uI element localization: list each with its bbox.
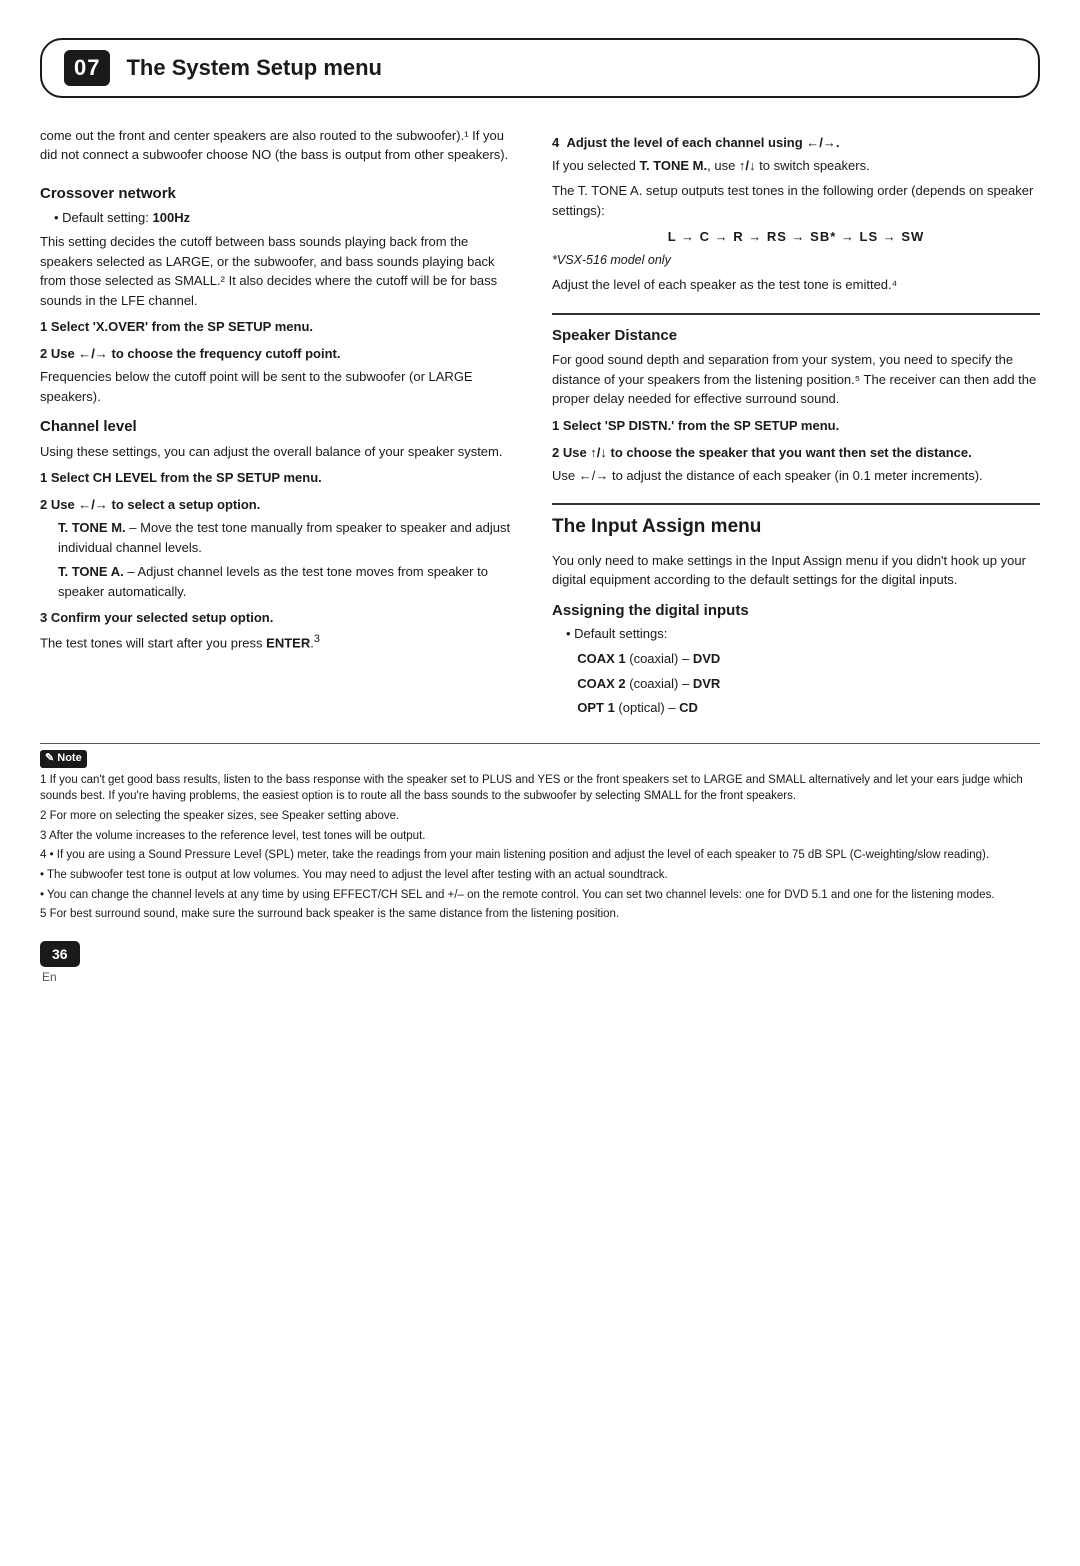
page-number: 36 bbox=[40, 941, 80, 967]
sp-step2: 2 Use ↑/↓ to choose the speaker that you… bbox=[552, 444, 1040, 463]
note4c: • You can change the channel levels at a… bbox=[40, 887, 1040, 904]
channel-step2: 2 Use ←/→ to select a setup option. bbox=[40, 496, 520, 515]
notes-section: ✎ Note 1 If you can't get good bass resu… bbox=[40, 743, 1040, 923]
chapter-number: 07 bbox=[64, 50, 110, 86]
right-ttone-desc: The T. TONE A. setup outputs test tones … bbox=[552, 181, 1040, 220]
channel-bullet2: T. TONE A. – Adjust channel levels as th… bbox=[58, 562, 520, 601]
channel-step3: 3 Confirm your selected setup option. bbox=[40, 609, 520, 628]
assign-default-label: • Default settings: bbox=[566, 625, 1040, 644]
right-adjust-desc: Adjust the level of each speaker as the … bbox=[552, 275, 1040, 295]
crossover-step2-body: Frequencies below the cutoff point will … bbox=[40, 367, 520, 406]
page: 07 The System Setup menu come out the fr… bbox=[0, 38, 1080, 1566]
note4b: • The subwoofer test tone is output at l… bbox=[40, 867, 1040, 884]
left-column: come out the front and center speakers a… bbox=[40, 126, 520, 723]
speaker-distance-intro: For good sound depth and separation from… bbox=[552, 350, 1040, 409]
crossover-default: • Default setting: 100Hz bbox=[54, 209, 520, 228]
opt1-item: OPT 1 (optical) – CD bbox=[570, 698, 1040, 718]
speaker-distance-heading: Speaker Distance bbox=[552, 325, 1040, 347]
crossover-step2: 2 Use ←/→ to choose the frequency cutoff… bbox=[40, 345, 520, 364]
intro-text: come out the front and center speakers a… bbox=[40, 126, 520, 165]
crossover-body: This setting decides the cutoff between … bbox=[40, 232, 520, 310]
input-assign-divider bbox=[552, 503, 1040, 505]
channel-step3-body: The test tones will start after you pres… bbox=[40, 631, 520, 653]
chapter-title: The System Setup menu bbox=[126, 52, 382, 84]
input-assign-intro: You only need to make settings in the In… bbox=[552, 551, 1040, 590]
note3: 3 After the volume increases to the refe… bbox=[40, 828, 1040, 845]
channel-step1: 1 Select CH LEVEL from the SP SETUP menu… bbox=[40, 469, 520, 488]
right-step4: 4 Adjust the level of each channel using… bbox=[552, 134, 1040, 153]
crossover-heading: Crossover network bbox=[40, 183, 520, 205]
coax1-item: COAX 1 (coaxial) – DVD bbox=[570, 649, 1040, 669]
right-step4-body: If you selected T. TONE M., use ↑/↓ to s… bbox=[552, 156, 1040, 176]
page-footer: 36 En bbox=[40, 931, 1040, 987]
sp-step1: 1 Select 'SP DISTN.' from the SP SETUP m… bbox=[552, 417, 1040, 436]
sp-step2-body: Use ←/→ to adjust the distance of each s… bbox=[552, 466, 1040, 486]
input-assign-heading: The Input Assign menu bbox=[552, 513, 1040, 541]
crossover-step1: 1 Select 'X.OVER' from the SP SETUP menu… bbox=[40, 318, 520, 337]
note-icon: ✎ Note bbox=[40, 750, 87, 768]
tone-sequence: L → C → R → RS → SB* → LS → SW bbox=[552, 228, 1040, 247]
note4: 4 • If you are using a Sound Pressure Le… bbox=[40, 847, 1040, 864]
chapter-header: 07 The System Setup menu bbox=[40, 38, 1040, 98]
content-area: come out the front and center speakers a… bbox=[0, 126, 1080, 723]
assign-digital-heading: Assigning the digital inputs bbox=[552, 600, 1040, 622]
note-header: ✎ Note bbox=[40, 750, 1040, 768]
note2: 2 For more on selecting the speaker size… bbox=[40, 808, 1040, 825]
note5: 5 For best surround sound, make sure the… bbox=[40, 906, 1040, 923]
channel-level-intro: Using these settings, you can adjust the… bbox=[40, 442, 520, 462]
right-column: 4 Adjust the level of each channel using… bbox=[552, 126, 1040, 723]
model-only: *VSX-516 model only bbox=[552, 251, 1040, 269]
note1: 1 If you can't get good bass results, li… bbox=[40, 772, 1040, 805]
channel-level-heading: Channel level bbox=[40, 416, 520, 438]
coax2-item: COAX 2 (coaxial) – DVR bbox=[570, 674, 1040, 694]
channel-bullet1: T. TONE M. – Move the test tone manually… bbox=[58, 518, 520, 557]
page-lang: En bbox=[42, 969, 57, 986]
speaker-distance-divider bbox=[552, 313, 1040, 315]
